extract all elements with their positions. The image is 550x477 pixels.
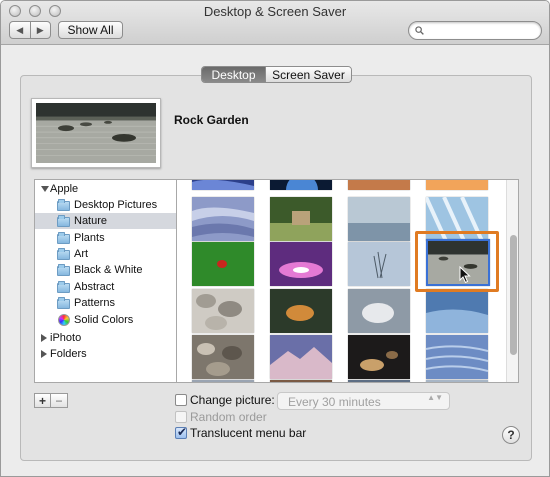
sidebar-item-label: Solid Colors [74,314,134,326]
sidebar-item-label: Patterns [74,297,115,309]
wallpaper-thumbnail[interactable] [426,289,488,333]
show-all-button[interactable]: Show All [58,21,123,39]
wallpaper-thumbnail[interactable] [426,380,488,382]
help-button[interactable]: ? [502,426,520,444]
folder-icon [57,232,70,244]
wallpaper-thumbnail[interactable] [192,289,254,333]
wallpaper-thumbnail[interactable] [270,335,332,379]
wallpaper-thumbnail[interactable] [270,197,332,241]
window-title: Desktop & Screen Saver [203,4,347,19]
wallpaper-thumbnail[interactable] [192,197,254,241]
add-folder-button[interactable]: + [34,393,51,408]
group-label: Apple [50,183,79,195]
preferences-window: Desktop & Screen Saver ◀ ▶ Show All Desk… [0,0,550,477]
disclosure-collapsed-icon[interactable] [41,334,47,342]
sidebar-item-black-white[interactable]: Black & White [35,262,176,278]
wallpaper-thumbnail[interactable] [426,180,488,190]
chevron-right-icon: ▶ [36,24,44,35]
scrollbar-thumb[interactable] [510,235,517,355]
wallpaper-thumbnail[interactable] [270,180,332,190]
wallpaper-thumbnail[interactable] [348,242,410,286]
wallpaper-thumbnail[interactable] [348,289,410,333]
disclosure-collapsed-icon[interactable] [41,350,47,358]
wallpaper-name: Rock Garden [174,113,249,127]
search-field[interactable] [408,21,542,40]
wallpaper-grid [176,179,519,383]
current-wallpaper-preview [31,98,161,168]
magnifier-icon [415,26,424,35]
sidebar-item-art[interactable]: Art [35,246,176,262]
change-picture-label: Change picture: [190,393,275,407]
chevron-left-icon: ◀ [16,24,24,35]
group-apple[interactable]: Apple [35,181,176,197]
wallpaper-thumbnail-rock-garden[interactable] [426,239,490,286]
translucent-menu-bar-label: Translucent menu bar [190,426,307,440]
sidebar-item-label: Desktop Pictures [74,199,158,211]
tab-screen-saver[interactable]: Screen Saver [265,67,351,82]
sidebar-item-abstract[interactable]: Abstract [35,279,176,295]
sidebar-item-label: Abstract [74,281,115,293]
interval-value: Every 30 minutes [288,395,381,409]
remove-folder-button[interactable]: − [51,393,68,408]
wallpaper-thumbnail[interactable] [192,180,254,190]
wallpaper-thumbnail[interactable] [192,242,254,286]
sidebar-item-patterns[interactable]: Patterns [35,295,176,311]
wallpaper-thumbnail[interactable] [348,180,410,190]
back-forward-group: ◀ ▶ [9,21,51,39]
wallpaper-thumbnail[interactable] [192,335,254,379]
sidebar-item-label: Nature [74,215,108,227]
tab-bar: Desktop Screen Saver [201,66,352,83]
disclosure-expanded-icon[interactable] [41,186,49,192]
sidebar-item-solid-colors[interactable]: Solid Colors [35,312,176,328]
group-label: Folders [50,348,87,360]
sidebar-item-label: Plants [74,232,105,244]
sidebar-item-nature[interactable]: Nature [35,213,176,229]
wallpaper-thumbnail[interactable] [426,335,488,379]
sidebar-item-desktop-pictures[interactable]: Desktop Pictures [35,197,176,213]
random-order-checkbox[interactable] [175,411,187,423]
interval-popup[interactable]: Every 30 minutes ▲▼ [277,392,450,410]
rock-garden-image [36,103,156,163]
folder-icon [57,297,70,309]
wallpaper-thumbnail[interactable] [426,197,488,241]
sidebar-item-plants[interactable]: Plants [35,230,176,246]
toolbar: Desktop & Screen Saver ◀ ▶ Show All [1,1,549,45]
folder-icon [57,264,70,276]
tab-desktop[interactable]: Desktop [202,67,265,82]
source-list: Apple Desktop Pictures Nature Plants Art… [34,179,176,383]
folder-icon [57,215,70,227]
updown-arrows-icon: ▲▼ [427,393,443,402]
group-label: iPhoto [50,332,82,344]
folder-icon [57,281,70,293]
forward-button[interactable]: ▶ [29,22,51,38]
translucent-menu-bar-checkbox[interactable] [175,425,187,439]
change-picture-checkbox[interactable] [175,394,187,406]
grid-scrollbar[interactable] [506,180,518,382]
random-order-label: Random order [190,410,267,424]
color-wheel-icon [58,314,70,326]
group-folders[interactable]: Folders [35,346,176,362]
wallpaper-thumbnail[interactable] [270,380,332,382]
folder-icon [57,248,70,260]
wallpaper-thumbnail[interactable] [348,335,410,379]
wallpaper-thumbnail[interactable] [348,197,410,241]
wallpaper-thumbnail[interactable] [270,289,332,333]
search-input[interactable] [427,24,537,37]
wallpaper-thumbnail[interactable] [192,380,254,382]
folder-icon [57,199,70,211]
wallpaper-thumbnail[interactable] [348,380,410,382]
sidebar-item-label: Art [74,248,89,260]
group-iphoto[interactable]: iPhoto [35,330,176,346]
wallpaper-thumbnail[interactable] [270,242,332,286]
sidebar-item-label: Black & White [74,264,143,276]
back-button[interactable]: ◀ [10,22,30,38]
